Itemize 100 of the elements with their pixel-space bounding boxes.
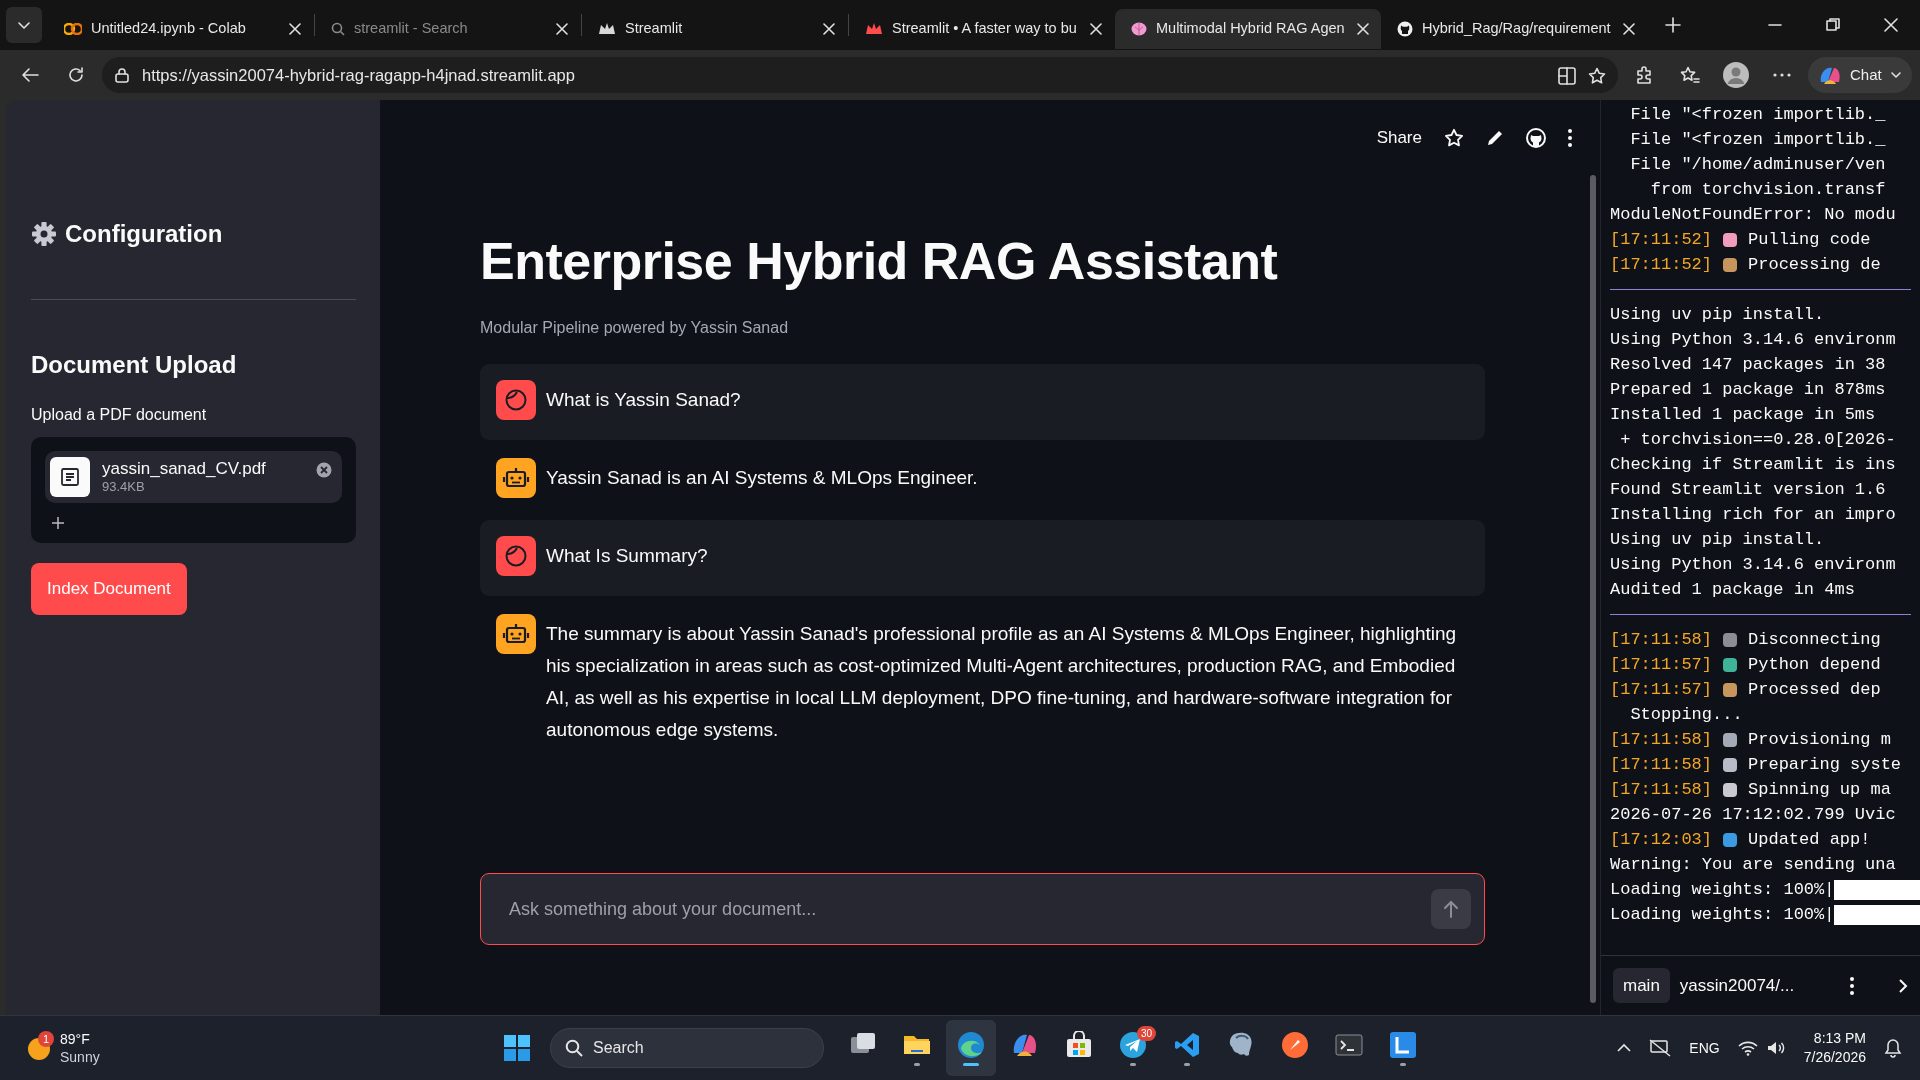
log-line: Updated app! xyxy=(1748,829,1871,851)
notification-badge: 30 xyxy=(1136,1026,1156,1041)
browser-tab[interactable]: Streamlit • A faster way to bu xyxy=(849,9,1115,49)
expand-button[interactable] xyxy=(1898,977,1908,994)
crown-icon xyxy=(865,22,883,36)
temperature: 89°F xyxy=(60,1030,91,1048)
tab-close-button[interactable] xyxy=(820,20,838,38)
file-size: 93.4KB xyxy=(102,479,146,495)
browser-tab[interactable]: Streamlit xyxy=(582,9,848,49)
user-avatar-icon xyxy=(496,380,536,421)
log-timestamp: [17:11:52] xyxy=(1610,254,1713,276)
log-timestamp: [17:11:57] xyxy=(1610,654,1713,676)
taskbar-app-button[interactable] xyxy=(946,1020,996,1076)
plus-icon xyxy=(1665,17,1681,33)
avatar-icon xyxy=(1723,62,1749,88)
volume-icon[interactable] xyxy=(1765,1040,1786,1056)
log-line: File "<frozen importlib._ xyxy=(1629,104,1886,126)
log-line: Python depend xyxy=(1748,654,1881,676)
address-field[interactable]: https://yassin20074-hybrid-rag-ragapp-h4jnad.streamlit.app xyxy=(102,57,1618,93)
cat-icon xyxy=(1397,21,1413,37)
log-line: Preparing syste xyxy=(1748,754,1902,776)
log-line: ModuleNotFoundError: No modu xyxy=(1610,204,1896,226)
chevron-down-icon xyxy=(1889,69,1902,81)
log-line: Stopping... xyxy=(1629,704,1743,726)
infinity-icon xyxy=(64,23,82,35)
message-text: What Is Summary? xyxy=(546,544,708,569)
chat-button[interactable]: Chat xyxy=(1808,57,1912,93)
scrollbar[interactable] xyxy=(1590,175,1596,1003)
language-indicator[interactable]: ENG xyxy=(1689,1037,1720,1059)
swirl-icon xyxy=(957,1030,985,1059)
notification-badge: 1 xyxy=(38,1031,54,1047)
favorites-icon xyxy=(1680,66,1700,84)
windows-icon xyxy=(504,1035,530,1061)
puzzle-icon xyxy=(1635,66,1653,84)
tab-close-button[interactable] xyxy=(1087,20,1105,38)
log-line: from torchvision.transf xyxy=(1649,179,1886,201)
send-button[interactable] xyxy=(1431,889,1471,929)
section-heading: Document Upload xyxy=(31,350,238,380)
tab-list-button[interactable] xyxy=(6,7,42,43)
taskbar-app-button[interactable]: 30 xyxy=(1108,1020,1158,1076)
log-line: Loading weights: 100%| xyxy=(1610,879,1835,901)
reload-icon xyxy=(67,66,85,84)
log-line: Resolved 147 packages in 38 xyxy=(1610,354,1886,376)
log-timestamp: [17:11:52] xyxy=(1610,229,1713,251)
clock-date[interactable]: 7/26/2026 xyxy=(1803,1048,1866,1067)
log-line: File "/home/adminuser/ven xyxy=(1629,154,1886,176)
log-line: Loading weights: 100%| xyxy=(1610,904,1835,926)
robot-icon xyxy=(496,458,536,499)
chevron-right-icon xyxy=(1898,977,1908,994)
back-arrow-icon xyxy=(21,67,39,83)
app-icon xyxy=(1281,1030,1309,1059)
search-icon xyxy=(331,22,345,36)
browser-tab[interactable]: Untitled24.ipynb - Colab xyxy=(48,9,314,49)
add-file-button[interactable] xyxy=(52,517,64,529)
log-line: Using uv pip install. xyxy=(1610,529,1825,551)
tab-close-button[interactable] xyxy=(553,20,571,38)
browser-tab[interactable]: streamlit - Search xyxy=(315,9,581,49)
crown-icon xyxy=(598,22,616,36)
log-line: Using Python 3.14.6 environm xyxy=(1610,554,1896,576)
log-line: Prepared 1 package in 878ms xyxy=(1610,379,1886,401)
close-icon xyxy=(1090,23,1102,35)
tab-close-button[interactable] xyxy=(286,20,304,38)
bell-icon[interactable] xyxy=(1884,1038,1902,1058)
log-line: Found Streamlit version 1.6 xyxy=(1610,479,1886,501)
log-line: + torchvision==0.28.0[2026- xyxy=(1619,429,1896,451)
menu-button[interactable] xyxy=(1568,128,1572,147)
log-line: Pulling code xyxy=(1748,229,1871,251)
plus-icon xyxy=(52,517,64,529)
log-line: Checking if Streamlit is ins xyxy=(1610,454,1896,476)
close-icon xyxy=(289,23,301,35)
lock-icon xyxy=(114,67,130,83)
favorite-button[interactable] xyxy=(1444,127,1464,148)
search-field[interactable]: Search xyxy=(550,1028,824,1068)
menu-button[interactable] xyxy=(1850,976,1854,995)
log-line: Provisioning m xyxy=(1748,729,1891,751)
chat-input[interactable]: Ask something about your document... xyxy=(480,873,1485,945)
log-line: Processing de xyxy=(1748,254,1881,276)
log-line: Using uv pip install. xyxy=(1610,304,1825,326)
file-uploader[interactable]: yassin_sanad_CV.pdf 93.4KB xyxy=(31,437,356,543)
chevron-up-icon[interactable] xyxy=(1617,1043,1632,1053)
edit-button[interactable] xyxy=(1486,128,1504,147)
message-text: What is Yassin Sanad? xyxy=(546,388,741,413)
network-off-icon[interactable] xyxy=(1649,1039,1672,1057)
share-link[interactable]: Share xyxy=(1376,124,1422,151)
star-icon xyxy=(1588,67,1606,86)
browser-tab[interactable]: Multimodal Hybrid RAG Agen xyxy=(1115,9,1381,49)
robot-icon xyxy=(496,614,536,655)
kebab-icon xyxy=(1568,128,1572,147)
bag-icon xyxy=(1065,1030,1093,1059)
browser-tab[interactable]: Hybrid_Rag/Rag/requirement xyxy=(1381,9,1647,49)
app-icon xyxy=(1389,1030,1417,1059)
kebab-icon xyxy=(1850,976,1854,995)
clock-time[interactable]: 8:13 PM xyxy=(1813,1029,1866,1048)
log-line: 2026-07-26 17:12:02.799 Uvic xyxy=(1610,804,1896,826)
gear-icon xyxy=(31,221,57,247)
log-line: Processed dep xyxy=(1748,679,1881,701)
repository-button[interactable] xyxy=(1526,127,1546,148)
repository-link[interactable]: yassin20074/... xyxy=(1679,972,1795,999)
wifi-icon[interactable] xyxy=(1737,1040,1758,1056)
log-line: Warning: You are sending una xyxy=(1610,854,1896,876)
